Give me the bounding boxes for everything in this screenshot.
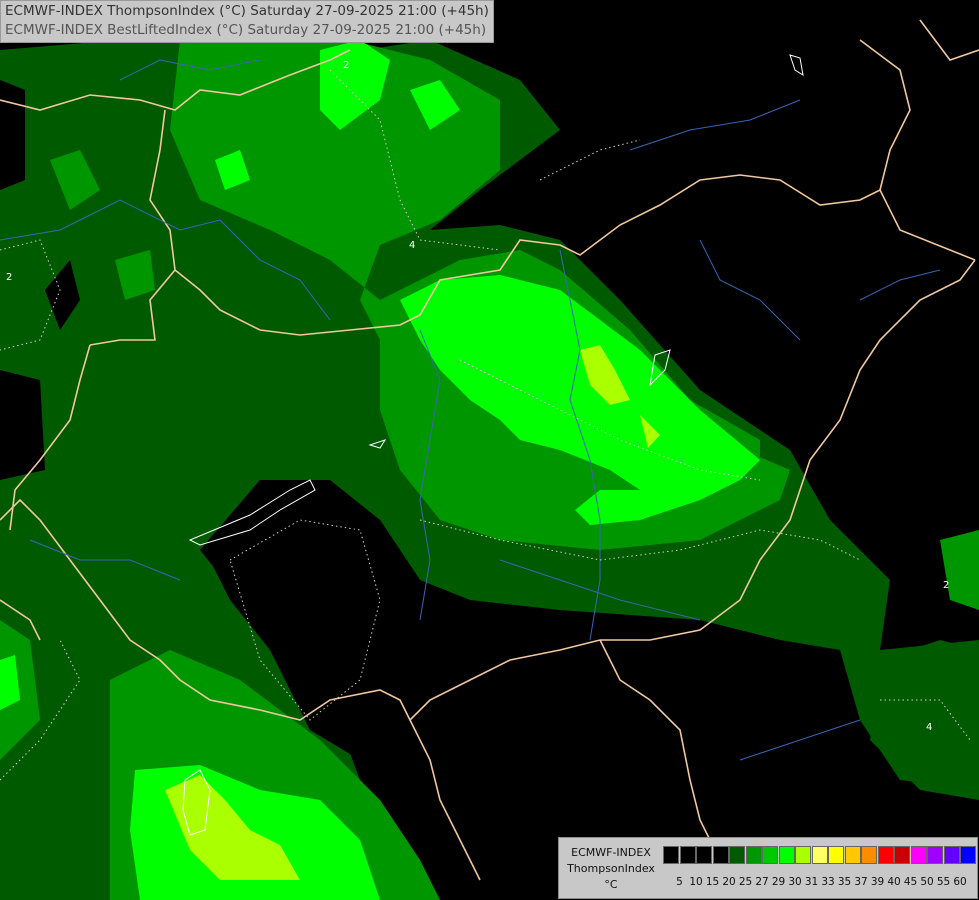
legend-swatch	[894, 846, 910, 864]
legend-swatch	[778, 846, 795, 864]
map-title-thompson: ECMWF-INDEX ThompsonIndex (°C) Saturday …	[5, 3, 489, 19]
legend-swatch	[828, 846, 844, 864]
legend-swatch	[762, 846, 778, 864]
legend-swatch	[712, 846, 729, 864]
legend-swatch	[927, 846, 943, 864]
legend-swatch	[696, 846, 712, 864]
legend-swatch	[877, 846, 894, 864]
legend-unit: °C	[604, 878, 618, 891]
legend-swatch	[861, 846, 877, 864]
legend-swatch	[943, 846, 960, 864]
legend-tick-label: 60	[953, 876, 967, 888]
legend-swatch	[844, 846, 861, 864]
legend-model: ECMWF-INDEX	[571, 846, 651, 859]
contour-label: 2	[943, 580, 949, 591]
legend-swatch	[960, 846, 976, 864]
map-title-bestlifted: ECMWF-INDEX BestLiftedIndex (°C) Saturda…	[5, 22, 487, 38]
legend-swatch	[679, 846, 696, 864]
color-legend: ECMWF-INDEX ThompsonIndex °C 5 10 15 20 25 27…	[558, 837, 978, 899]
weather-map: 2 4 2 2 4	[0, 0, 979, 900]
legend-swatch	[745, 846, 762, 864]
contour-label: 4	[926, 722, 932, 733]
contour-label: 4	[409, 240, 415, 251]
legend-swatch	[663, 846, 679, 864]
contour-label: 2	[6, 272, 12, 283]
legend-swatch	[795, 846, 811, 864]
map-title-box: ECMWF-INDEX ThompsonIndex (°C) Saturday …	[0, 0, 494, 43]
legend-swatch	[811, 846, 828, 864]
legend-swatch	[910, 846, 927, 864]
legend-parameter: ThompsonIndex	[567, 862, 655, 875]
contour-label: 2	[343, 60, 349, 71]
legend-swatch	[729, 846, 745, 864]
